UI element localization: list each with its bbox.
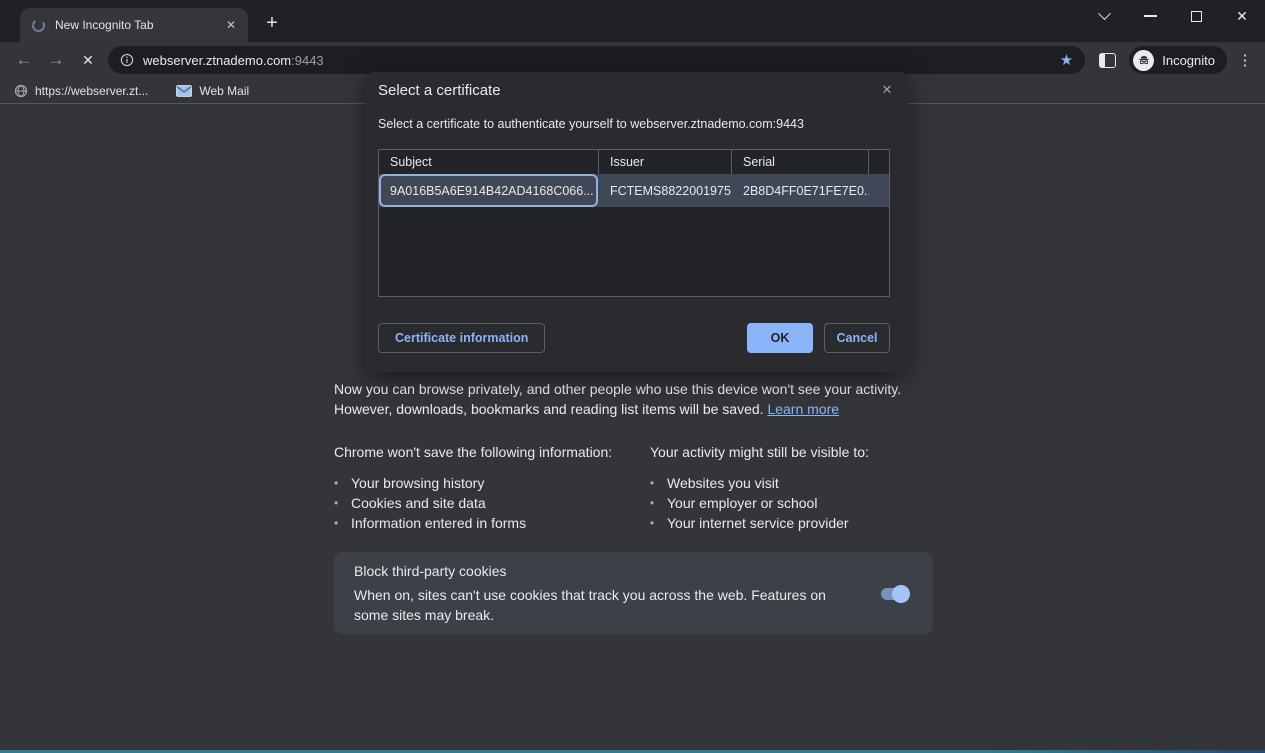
intro-line1: Now you can browse privately, and other … [334, 379, 901, 399]
cert-issuer-cell: FCTEMS8822001975 [599, 184, 732, 198]
cookie-card-description: When on, sites can't use cookies that tr… [354, 585, 862, 625]
address-bar[interactable]: webserver.ztnademo.com:9443 ★ [108, 46, 1085, 74]
stop-loading-button[interactable]: ✕ [72, 44, 104, 76]
intro-line2-text: However, downloads, bookmarks and readin… [334, 401, 764, 417]
block-cookies-toggle[interactable] [881, 588, 907, 600]
still-visible-column: Your activity might still be visible to:… [650, 444, 869, 533]
bookmark-label: Web Mail [199, 84, 249, 98]
bookmark-web-mail[interactable]: Web Mail [176, 84, 249, 98]
list-item: •Information entered in forms [334, 513, 650, 533]
ok-button[interactable]: OK [747, 323, 813, 353]
tab-loading-spinner-icon [31, 17, 46, 32]
mail-icon [176, 85, 192, 97]
cert-subject-cell: 9A016B5A6E914B42AD4168C066... [379, 184, 599, 198]
list-item-text: Information entered in forms [351, 513, 526, 533]
incognito-intro-text: Now you can browse privately, and other … [334, 379, 901, 419]
tab-strip: New Incognito Tab ✕ + ✕ [0, 0, 1265, 42]
toggle-thumb [892, 585, 910, 603]
list-item-text: Cookies and site data [351, 493, 486, 513]
dialog-title: Select a certificate [378, 82, 501, 99]
bullet-icon: • [650, 513, 667, 533]
url-port: :9443 [291, 53, 324, 68]
select-certificate-dialog: ✕ Select a certificate Select a certific… [366, 72, 908, 372]
list-item-text: Your internet service provider [667, 513, 849, 533]
cert-serial-cell: 2B8D4FF0E71FE7E0... [732, 184, 869, 198]
window-close-button[interactable]: ✕ [1219, 0, 1265, 32]
chevron-down-icon [1098, 7, 1111, 20]
incognito-profile-badge[interactable]: Incognito [1129, 46, 1227, 74]
bookmark-label: https://webserver.zt... [35, 84, 148, 98]
cancel-button[interactable]: Cancel [824, 323, 890, 353]
window-controls: ✕ [1081, 0, 1265, 32]
dialog-close-icon[interactable]: ✕ [878, 81, 896, 99]
url-host: webserver.ztnademo.com [143, 53, 291, 68]
maximize-icon [1191, 11, 1202, 22]
list-item: •Your employer or school [650, 493, 869, 513]
certificate-table-header: Subject Issuer Serial [379, 150, 889, 174]
list-item-text: Websites you visit [667, 473, 779, 493]
list-item: •Your internet service provider [650, 513, 869, 533]
privacy-columns: Chrome won't save the following informat… [334, 444, 869, 533]
column-header-serial: Serial [732, 150, 869, 174]
bullet-icon: • [650, 473, 667, 493]
tab-title: New Incognito Tab [55, 18, 222, 32]
list-item: •Cookies and site data [334, 493, 650, 513]
page-info-icon[interactable] [120, 53, 134, 67]
bookmark-star-icon[interactable]: ★ [1058, 51, 1075, 69]
wont-save-column: Chrome won't save the following informat… [334, 444, 650, 533]
bullet-icon: • [334, 473, 351, 493]
cookie-card-title: Block third-party cookies [354, 563, 913, 579]
incognito-icon [1133, 50, 1154, 71]
bookmark-webserver[interactable]: https://webserver.zt... [14, 84, 148, 98]
new-tab-button[interactable]: + [258, 10, 286, 38]
wont-save-heading: Chrome won't save the following informat… [334, 444, 650, 460]
incognito-label: Incognito [1162, 53, 1215, 68]
column-header-subject: Subject [379, 150, 599, 174]
bullet-icon: • [334, 493, 351, 513]
still-visible-heading: Your activity might still be visible to: [650, 444, 869, 460]
minimize-icon [1144, 15, 1157, 17]
url-text: webserver.ztnademo.com:9443 [143, 53, 1058, 68]
close-icon: ✕ [1236, 8, 1248, 25]
certificate-table: Subject Issuer Serial 9A016B5A6E914B42AD… [378, 149, 890, 297]
window-minimize-button[interactable] [1127, 0, 1173, 32]
dialog-actions: Certificate information OK Cancel [378, 323, 890, 353]
dialog-subtitle: Select a certificate to authenticate you… [378, 117, 804, 131]
list-item-text: Your browsing history [351, 473, 484, 493]
learn-more-link[interactable]: Learn more [767, 401, 839, 417]
list-item: •Your browsing history [334, 473, 650, 493]
globe-icon [14, 84, 28, 98]
list-item: •Websites you visit [650, 473, 869, 493]
list-item-text: Your employer or school [667, 493, 817, 513]
tab-close-icon[interactable]: ✕ [222, 16, 240, 34]
third-party-cookies-card: Block third-party cookies When on, sites… [334, 552, 933, 634]
bullet-icon: • [334, 513, 351, 533]
tab-search-button[interactable] [1081, 0, 1127, 32]
certificate-information-button[interactable]: Certificate information [378, 323, 545, 353]
side-panel-icon [1099, 53, 1116, 68]
intro-line2: However, downloads, bookmarks and readin… [334, 399, 901, 419]
column-header-issuer: Issuer [599, 150, 732, 174]
menu-kebab-icon[interactable]: ⋮ [1233, 46, 1257, 74]
bullet-icon: • [650, 493, 667, 513]
back-button[interactable]: ← [8, 44, 40, 76]
side-panel-button[interactable] [1091, 44, 1123, 76]
certificate-row-selected[interactable]: 9A016B5A6E914B42AD4168C066... FCTEMS8822… [379, 174, 889, 207]
window-maximize-button[interactable] [1173, 0, 1219, 32]
column-header-spacer [869, 150, 889, 174]
forward-button[interactable]: → [40, 44, 72, 76]
tab-new-incognito[interactable]: New Incognito Tab ✕ [20, 8, 248, 42]
